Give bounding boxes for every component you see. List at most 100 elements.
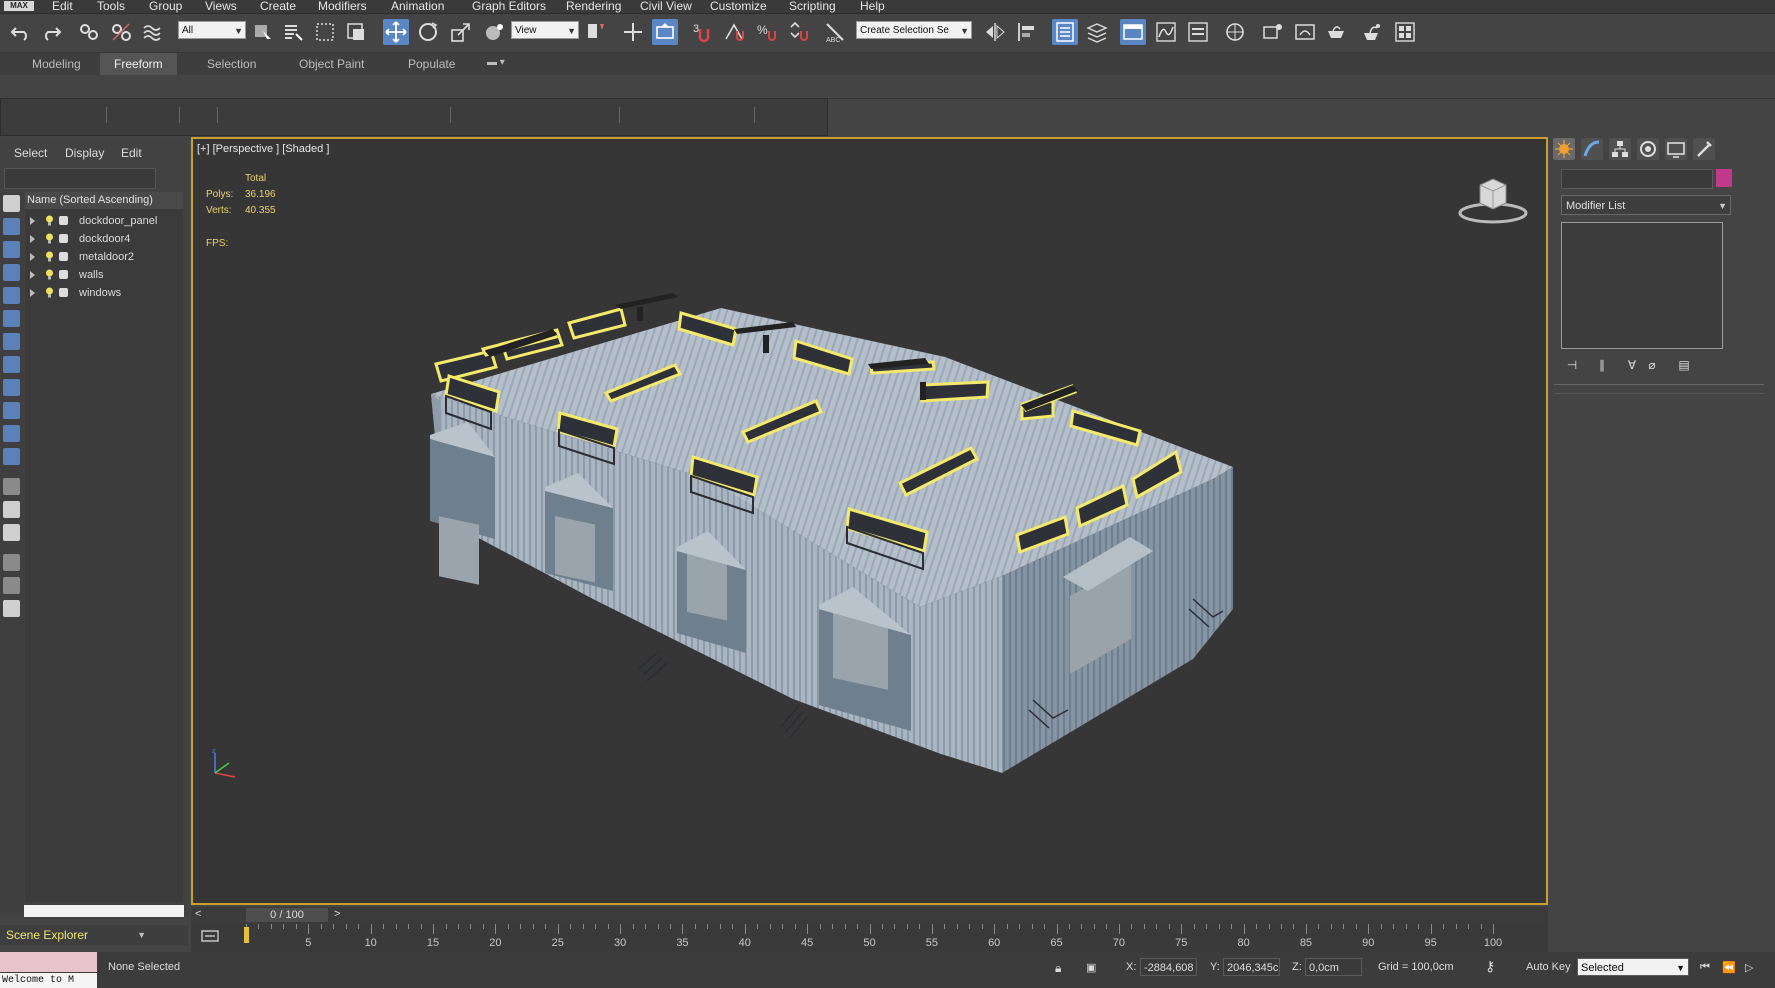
- redo-button[interactable]: [38, 19, 64, 45]
- menu-group[interactable]: Group: [149, 0, 182, 13]
- time-slider-thumb[interactable]: 0 / 100: [246, 908, 328, 922]
- unlink-icon[interactable]: [108, 19, 134, 45]
- rendered-frame-window-icon[interactable]: [1292, 19, 1318, 45]
- pivot-center-icon[interactable]: [583, 19, 609, 45]
- keyboard-shortcut-override-icon[interactable]: [652, 19, 678, 45]
- z-coord-field[interactable]: 0,0cm: [1305, 958, 1362, 976]
- rectangular-selection-icon[interactable]: [312, 19, 338, 45]
- object-color-swatch[interactable]: [1716, 169, 1732, 187]
- expand-arrow-icon[interactable]: [30, 271, 35, 279]
- tree-item[interactable]: metaldoor2: [25, 248, 183, 266]
- angle-snap-icon[interactable]: [722, 19, 748, 45]
- tab-modeling[interactable]: Modeling: [32, 57, 81, 71]
- display-groups-icon[interactable]: [3, 356, 20, 373]
- maxscript-listener[interactable]: [0, 952, 97, 972]
- create-panel-icon[interactable]: [1553, 138, 1575, 160]
- render-in-cloud-icon[interactable]: [1358, 19, 1384, 45]
- maxscript-output[interactable]: Welcome to M: [0, 973, 97, 988]
- modifier-stack[interactable]: [1561, 222, 1723, 349]
- set-key-icon[interactable]: ⚷: [1485, 958, 1495, 975]
- display-cameras-icon[interactable]: [3, 287, 20, 304]
- previous-frame-icon[interactable]: ⏪: [1722, 961, 1736, 974]
- light-bulb-icon[interactable]: [45, 251, 54, 262]
- light-bulb-icon[interactable]: [45, 233, 54, 244]
- display-all-icon[interactable]: [3, 501, 20, 518]
- display-containers-icon[interactable]: [3, 425, 20, 442]
- selection-filter-dropdown[interactable]: All ▼: [178, 21, 246, 39]
- selection-set-icon[interactable]: [3, 600, 20, 617]
- display-bones-icon[interactable]: [3, 402, 20, 419]
- bind-spacewarp-icon[interactable]: [140, 19, 166, 45]
- ribbon-options-icon[interactable]: ▬ ▾: [487, 57, 505, 68]
- track-bar-options-icon[interactable]: [201, 928, 219, 944]
- display-shapes-icon[interactable]: [3, 241, 20, 258]
- snaps-toggle-icon[interactable]: 3: [690, 19, 716, 45]
- configure-modifier-sets-icon[interactable]: ▤: [1674, 356, 1694, 374]
- modifier-list-dropdown[interactable]: Modifier List ▼: [1561, 195, 1731, 215]
- menu-civil-view[interactable]: Civil View: [640, 0, 692, 13]
- pin-stack-icon[interactable]: ⊣: [1562, 356, 1582, 374]
- freeze-icon[interactable]: [59, 288, 68, 297]
- menu-edit[interactable]: Edit: [52, 0, 73, 13]
- key-filter-dropdown[interactable]: Selected ▼: [1577, 958, 1689, 976]
- toggle-ribbon-icon[interactable]: [1120, 19, 1146, 45]
- select-and-scale-icon[interactable]: [448, 19, 474, 45]
- current-frame-marker[interactable]: [244, 927, 249, 943]
- object-name-field[interactable]: [1561, 169, 1713, 189]
- schematic-view-icon[interactable]: [1185, 19, 1211, 45]
- hierarchy-panel-icon[interactable]: [1609, 138, 1631, 160]
- tab-freeform[interactable]: Freeform: [100, 53, 177, 75]
- remove-modifier-icon[interactable]: ⌀: [1642, 356, 1662, 374]
- light-bulb-icon[interactable]: [45, 269, 54, 280]
- explorer-tab-display[interactable]: Display: [65, 146, 104, 160]
- tab-populate[interactable]: Populate: [408, 57, 455, 71]
- light-bulb-icon[interactable]: [45, 287, 54, 298]
- display-frozen-icon[interactable]: [3, 448, 20, 465]
- time-next-button[interactable]: >: [334, 908, 340, 920]
- make-unique-icon[interactable]: ∀: [1622, 356, 1642, 374]
- select-and-rotate-icon[interactable]: [415, 19, 441, 45]
- a360-gallery-icon[interactable]: [1392, 19, 1418, 45]
- undo-button[interactable]: [8, 19, 34, 45]
- display-xrefs-icon[interactable]: [3, 379, 20, 396]
- select-manipulate-icon[interactable]: [620, 19, 646, 45]
- menu-scripting[interactable]: Scripting: [789, 0, 836, 13]
- scene-explorer-toggle-icon[interactable]: [1052, 19, 1078, 45]
- explorer-search-input[interactable]: [4, 168, 156, 189]
- auto-key-button[interactable]: Auto Key: [1526, 961, 1571, 973]
- lock-selection-icon[interactable]: 🔒︎: [1055, 961, 1061, 976]
- spinner-snap-icon[interactable]: [786, 19, 812, 45]
- material-editor-icon[interactable]: [1222, 19, 1248, 45]
- percent-snap-icon[interactable]: %: [754, 19, 780, 45]
- freeze-icon[interactable]: [59, 216, 68, 225]
- filter-icon[interactable]: [3, 554, 20, 571]
- display-invert-icon[interactable]: [3, 524, 20, 541]
- menu-rendering[interactable]: Rendering: [566, 0, 621, 13]
- link-icon[interactable]: [76, 19, 102, 45]
- light-bulb-icon[interactable]: [45, 215, 54, 226]
- track-bar[interactable]: 0510152025303540455055606570758085909510…: [191, 924, 1548, 952]
- display-spacewarps-icon[interactable]: [3, 333, 20, 350]
- display-helpers-icon[interactable]: [3, 310, 20, 327]
- play-icon[interactable]: ▷: [1745, 961, 1753, 974]
- render-setup-icon[interactable]: [1260, 19, 1286, 45]
- app-logo[interactable]: MAX: [4, 1, 34, 11]
- display-lights-icon[interactable]: [3, 264, 20, 281]
- mirror-icon[interactable]: [982, 19, 1008, 45]
- select-and-place-icon[interactable]: [481, 19, 507, 45]
- display-geometry-icon[interactable]: [3, 218, 20, 235]
- utilities-panel-icon[interactable]: [1693, 138, 1715, 160]
- tree-item[interactable]: windows: [25, 284, 183, 302]
- select-and-move-icon[interactable]: [383, 19, 409, 45]
- curve-editor-icon[interactable]: [1153, 19, 1179, 45]
- scene-explorer-dropdown[interactable]: Scene Explorer ▼: [0, 925, 188, 945]
- menu-animation[interactable]: Animation: [391, 0, 444, 13]
- time-prev-button[interactable]: <: [195, 908, 201, 920]
- expand-arrow-icon[interactable]: [30, 289, 35, 297]
- tab-object-paint[interactable]: Object Paint: [299, 57, 364, 71]
- select-by-name-icon[interactable]: [280, 19, 306, 45]
- tree-item[interactable]: walls: [25, 266, 183, 284]
- render-production-icon[interactable]: [1323, 19, 1349, 45]
- tree-item[interactable]: dockdoor4: [25, 230, 183, 248]
- named-selection-dropdown[interactable]: Create Selection Se ▼: [856, 21, 972, 39]
